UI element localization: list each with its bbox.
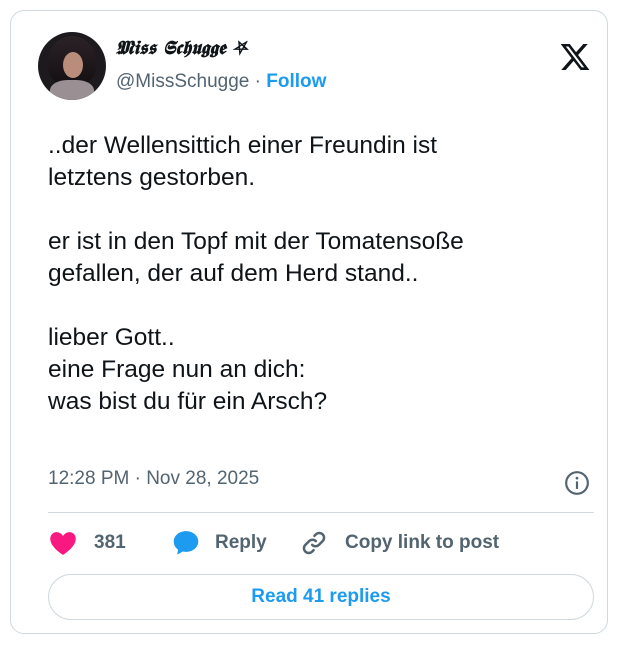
read-replies-button[interactable]: Read 41 replies	[48, 574, 594, 620]
reply-label: Reply	[215, 532, 267, 553]
avatar-body	[50, 80, 94, 100]
speech-bubble-icon	[173, 531, 199, 555]
read-replies-label: Read 41 replies	[251, 586, 391, 607]
handle-separator: ·	[254, 71, 261, 92]
info-icon[interactable]	[564, 470, 590, 496]
tweet-timestamp[interactable]: 12:28 PM · Nov 28, 2025	[48, 468, 259, 490]
like-button[interactable]: 381	[48, 525, 126, 561]
tweet-text: ..der Wellensittich einer Freundin ist l…	[48, 132, 464, 415]
x-logo-icon[interactable]	[559, 41, 591, 73]
follow-link[interactable]: Follow	[266, 71, 326, 92]
divider	[48, 512, 594, 513]
avatar[interactable]	[38, 32, 106, 100]
action-bar: 381 Reply Copy link to post	[48, 525, 594, 561]
heart-icon	[50, 532, 76, 555]
reply-button[interactable]: Reply	[171, 525, 267, 561]
like-count: 381	[94, 532, 126, 553]
author-display-name[interactable]: 𝕸𝖎𝖘𝖘 𝕾𝖈𝖍𝖚𝖌𝖌𝖊 ⛧	[116, 37, 247, 59]
copy-link-label: Copy link to post	[345, 532, 500, 553]
copy-link-button[interactable]: Copy link to post	[299, 525, 499, 561]
tweet-card: 𝕸𝖎𝖘𝖘 𝕾𝖈𝖍𝖚𝖌𝖌𝖊 ⛧ @MissSchugge · Follow ..d…	[10, 10, 608, 634]
avatar-face	[63, 52, 83, 78]
author-handle[interactable]: @MissSchugge	[116, 71, 249, 92]
author-handle-row: @MissSchugge · Follow	[116, 71, 326, 93]
link-icon	[302, 531, 326, 555]
